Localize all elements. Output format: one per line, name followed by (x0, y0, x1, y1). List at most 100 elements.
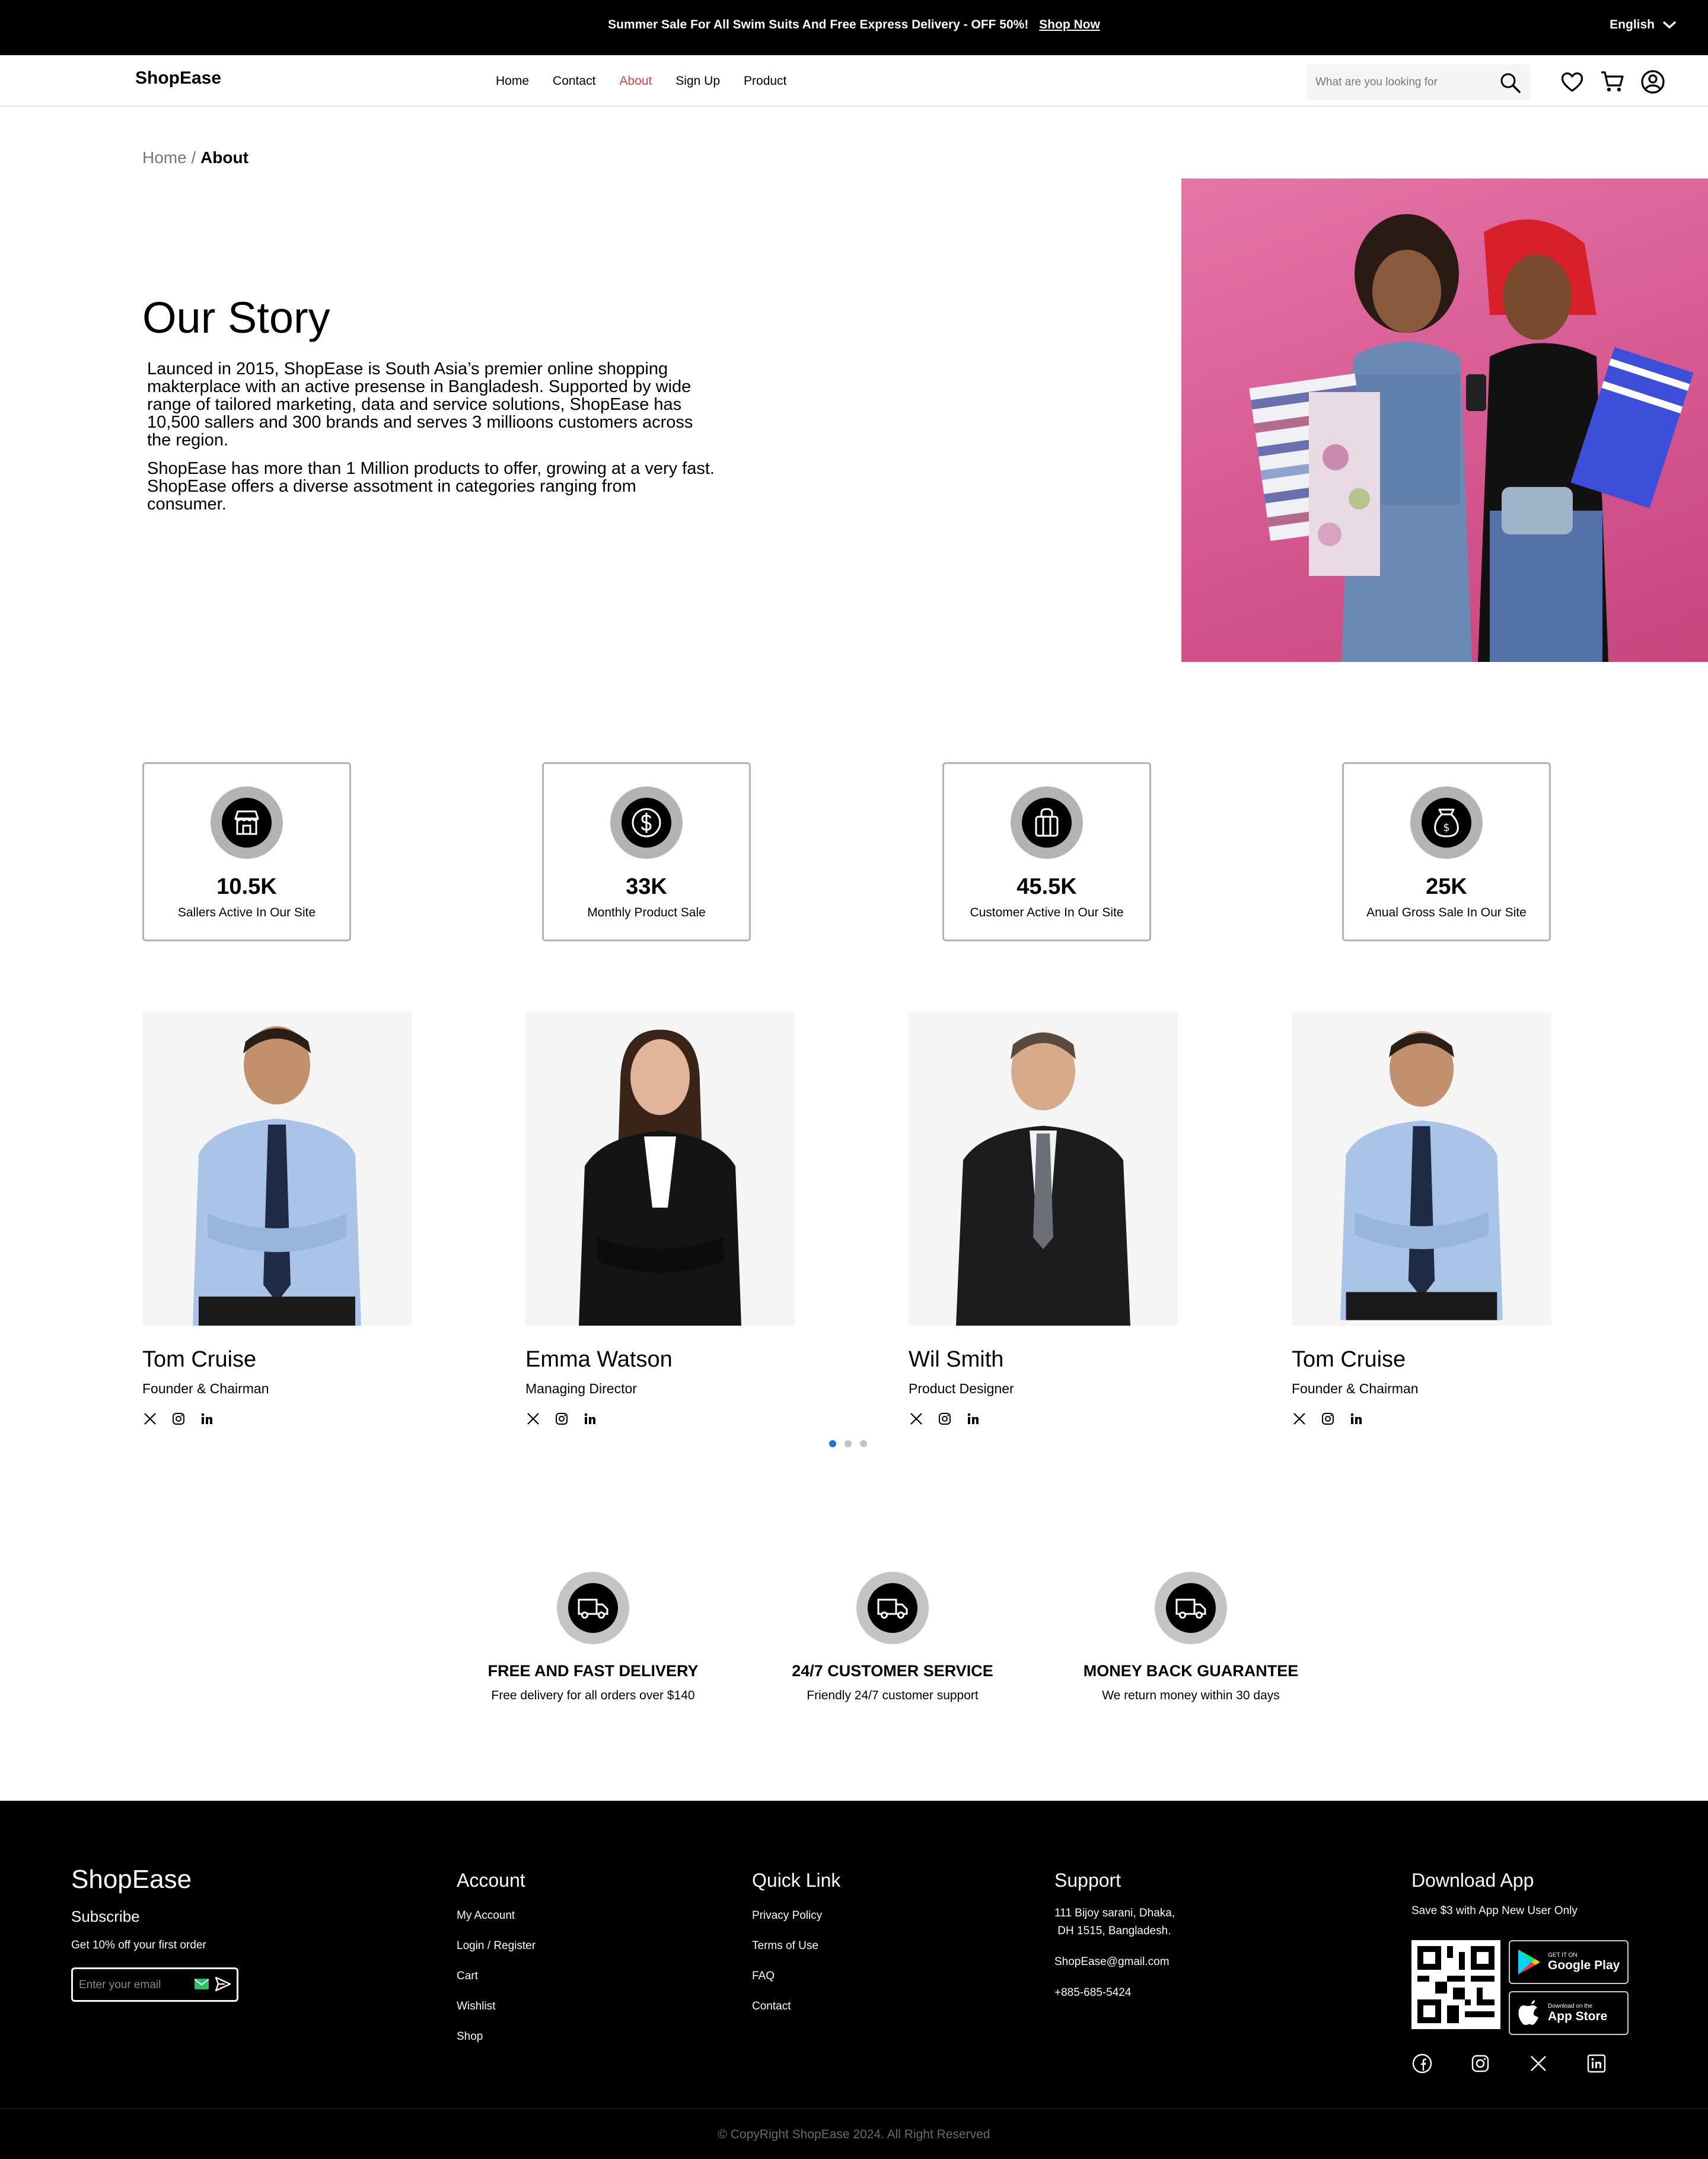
nav-about[interactable]: About (619, 74, 652, 88)
stat-card: 45.5K Customer Active In Our Site (942, 762, 1151, 941)
google-play-button[interactable]: GET IT ON Google Play (1509, 1940, 1629, 1984)
address-line: DH 1515, Bangladesh. (1057, 1925, 1171, 1937)
search-icon[interactable] (1499, 72, 1522, 97)
mail-icon (194, 1979, 209, 1989)
footer-link-login-register[interactable]: Login / Register (457, 1940, 536, 1953)
breadcrumb-current: About (200, 148, 248, 167)
support-email[interactable]: ShopEase@gmail.com (1054, 1953, 1175, 1971)
promo-message: Summer Sale For All Swim Suits And Free … (0, 18, 1708, 32)
footer-support-column: Support 111 Bijoy sarani, Dhaka, DH 1515… (1054, 1870, 1175, 2002)
dollar-icon (632, 808, 661, 838)
language-selector[interactable]: English (1610, 18, 1677, 32)
breadcrumb-separator: / (186, 148, 201, 167)
story-title: Our Story (142, 293, 330, 342)
footer-app-column: Download App Save $3 with App New User O… (1411, 1870, 1629, 2074)
x-twitter-icon[interactable] (1528, 2053, 1549, 2074)
send-button[interactable] (193, 1975, 232, 1993)
user-account-icon[interactable] (1639, 68, 1666, 95)
delivery-truck-icon (877, 1598, 908, 1619)
linkedin-icon[interactable] (1349, 1411, 1364, 1426)
breadcrumb-home[interactable]: Home (142, 148, 187, 167)
linkedin-icon[interactable] (965, 1411, 981, 1426)
nav-product[interactable]: Product (744, 74, 786, 88)
stat-card: $ 25K Anual Gross Sale In Our Site (1342, 762, 1551, 941)
service-icon-ring (856, 1572, 929, 1644)
carousel-dot-2[interactable] (845, 1440, 852, 1447)
team-member-socials (142, 1411, 412, 1426)
team-member-photo (909, 1012, 1178, 1326)
service-icon-ring (557, 1572, 629, 1644)
carousel-dot-3[interactable] (860, 1440, 867, 1447)
stat-icon-ring (211, 786, 283, 859)
x-twitter-icon[interactable] (525, 1411, 541, 1426)
svg-text:$: $ (1443, 821, 1449, 834)
team-member-photo (142, 1012, 412, 1326)
stat-card: 10.5K Sallers Active In Our Site (142, 762, 351, 941)
footer-link-my-account[interactable]: My Account (457, 1909, 536, 1922)
footer-link-cart[interactable]: Cart (457, 1970, 536, 1983)
instagram-icon[interactable] (1320, 1411, 1336, 1426)
wishlist-heart-icon[interactable] (1559, 68, 1586, 95)
language-label: English (1610, 18, 1655, 31)
instagram-icon[interactable] (937, 1411, 952, 1426)
service-desc: Friendly 24/7 customer support (807, 1689, 979, 1702)
google-play-label: Google Play (1548, 1958, 1620, 1972)
shop-now-link[interactable]: Shop Now (1039, 18, 1100, 31)
instagram-icon[interactable] (554, 1411, 569, 1426)
logo[interactable]: ShopEase (135, 68, 221, 88)
footer-link-privacy-policy[interactable]: Privacy Policy (752, 1909, 840, 1922)
facebook-icon[interactable] (1411, 2053, 1433, 2074)
footer-link-faq[interactable]: FAQ (752, 1970, 840, 1983)
stat-label: Sallers Active In Our Site (177, 906, 316, 919)
support-address: 111 Bijoy sarani, Dhaka, DH 1515, Bangla… (1054, 1905, 1175, 1940)
nav-sign-up[interactable]: Sign Up (675, 74, 720, 88)
app-store-button[interactable]: Download on the App Store (1509, 1991, 1629, 2035)
team-member-socials (525, 1411, 795, 1426)
service-title: FREE AND FAST DELIVERY (487, 1662, 699, 1680)
footer-quick-link-column: Quick Link Privacy Policy Terms of Use F… (752, 1870, 840, 2030)
service-title: MONEY BACK GUARANTEE (1083, 1662, 1299, 1680)
main-nav: Home Contact About Sign Up Product (496, 74, 786, 88)
google-play-icon (1518, 1950, 1540, 1975)
nav-home[interactable]: Home (496, 74, 529, 88)
x-twitter-icon[interactable] (1292, 1411, 1307, 1426)
linkedin-icon[interactable] (582, 1411, 598, 1426)
cart-icon[interactable] (1599, 68, 1626, 95)
google-play-caption: GET IT ON (1548, 1951, 1578, 1959)
team-member-role: Product Designer (909, 1381, 1014, 1396)
footer-link-contact[interactable]: Contact (752, 2000, 840, 2013)
footer-link-wishlist[interactable]: Wishlist (457, 2000, 536, 2013)
team-member-card: Emma Watson Managing Director (525, 1012, 795, 1426)
service-desc: We return money within 30 days (1102, 1689, 1280, 1702)
support-phone[interactable]: +885-685-5424 (1054, 1984, 1175, 2002)
x-twitter-icon[interactable] (909, 1411, 924, 1426)
app-offer: Save $3 with App New User Only (1411, 1905, 1578, 1917)
shop-icon (234, 810, 259, 835)
team-member-socials (909, 1411, 1178, 1426)
team-member-name: Tom Cruise (1292, 1347, 1406, 1372)
service-desc: Free delivery for all orders over $140 (491, 1689, 695, 1702)
instagram-icon[interactable] (1470, 2053, 1491, 2074)
team-member-role: Founder & Chairman (1292, 1381, 1419, 1396)
stat-value: 25K (1426, 874, 1467, 899)
send-arrow-icon (215, 1976, 231, 1992)
team-member-card: Tom Cruise Founder & Chairman (1292, 1012, 1551, 1426)
search-input[interactable] (1315, 73, 1493, 92)
stat-value: 45.5K (1016, 874, 1077, 899)
nav-contact[interactable]: Contact (553, 74, 595, 88)
x-twitter-icon[interactable] (142, 1411, 158, 1426)
breadcrumb: Home / About (142, 148, 248, 167)
linkedin-icon[interactable] (199, 1411, 215, 1426)
footer-link-terms-of-use[interactable]: Terms of Use (752, 1940, 840, 1953)
instagram-icon[interactable] (171, 1411, 186, 1426)
footer: ShopEase Subscribe Get 10% off your firs… (0, 1801, 1708, 2159)
team-member-role: Managing Director (525, 1381, 637, 1396)
linkedin-icon[interactable] (1586, 2053, 1607, 2074)
footer-subscribe-column: ShopEase Subscribe Get 10% off your firs… (71, 1865, 238, 2002)
carousel-dot-1[interactable] (829, 1440, 836, 1447)
footer-link-shop[interactable]: Shop (457, 2030, 536, 2043)
team-member-socials (1292, 1411, 1551, 1426)
delivery-truck-icon (1175, 1598, 1206, 1619)
email-input[interactable] (79, 1976, 186, 1994)
subscribe-heading: Subscribe (71, 1908, 140, 1925)
